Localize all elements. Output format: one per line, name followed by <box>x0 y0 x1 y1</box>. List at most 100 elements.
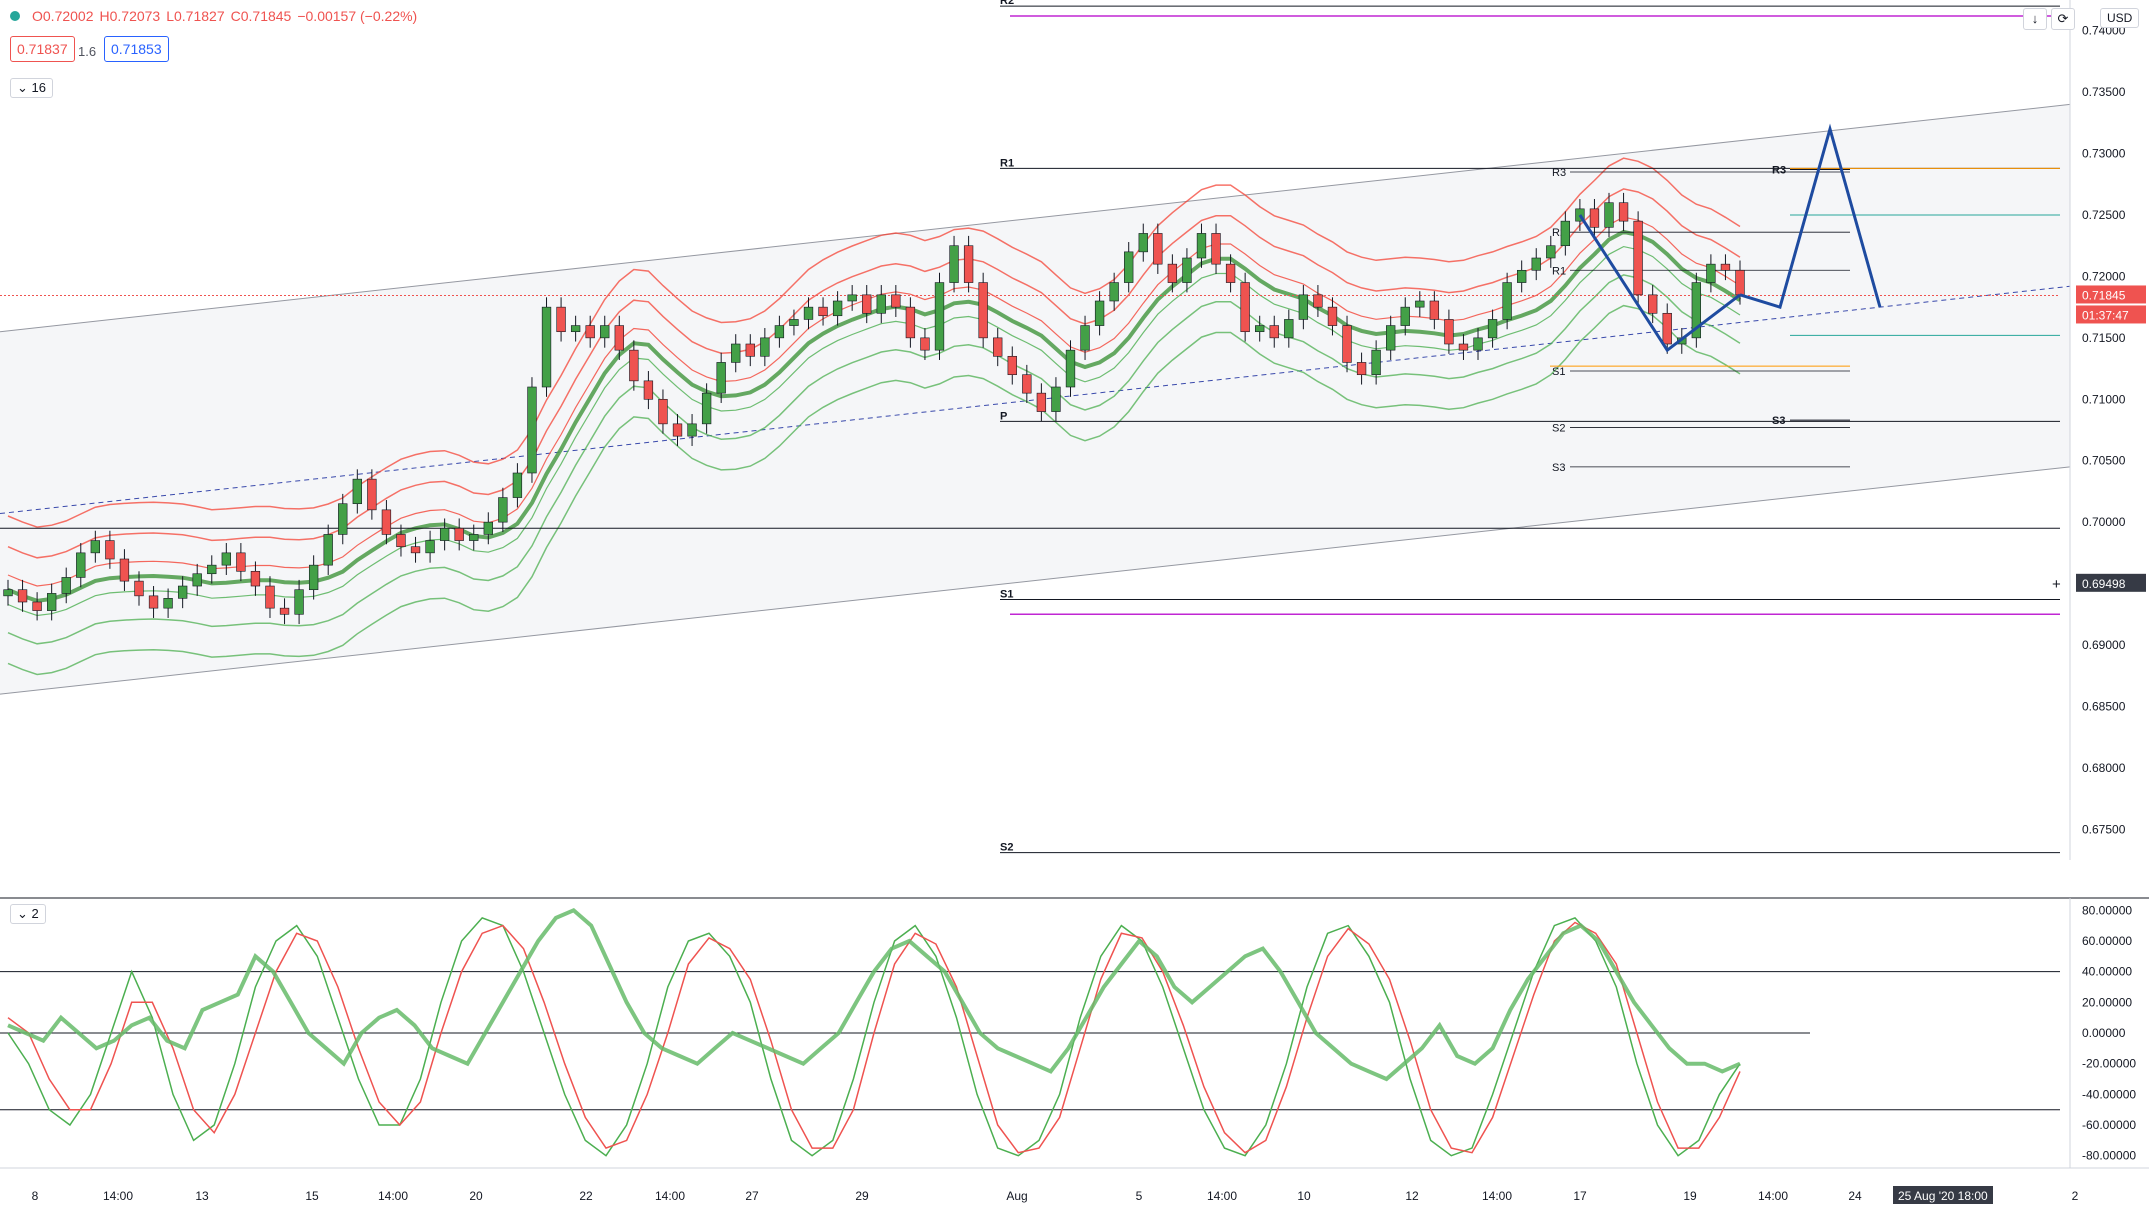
candle-body <box>265 585 275 609</box>
candle-body <box>1022 374 1032 394</box>
price-tick-label: 0.68000 <box>2082 761 2126 775</box>
chart-canvas[interactable]: R2R1PS1S2R3R2R1S1S2S3R3S3 0.740000.73500… <box>0 0 2149 1210</box>
right-label-s3: S3 <box>1772 415 1785 427</box>
candle-body <box>658 398 668 425</box>
candle-body <box>498 497 508 523</box>
osc-tick-label: 0.00000 <box>2082 1026 2126 1040</box>
legend-high: H0.72073 <box>99 8 161 24</box>
time-tick-label: 29 <box>855 1189 869 1203</box>
indicators-collapse-button[interactable]: ⌄ 16 <box>10 78 53 98</box>
candle-body <box>1007 355 1017 376</box>
candle-body <box>367 478 377 511</box>
indicator-count: 16 <box>31 80 46 95</box>
candle-body <box>469 534 479 541</box>
candle-body <box>207 564 217 575</box>
candle-body <box>1153 233 1163 265</box>
price-tick-label: 0.73000 <box>2082 147 2126 161</box>
candle-body <box>323 534 333 566</box>
candle-body <box>396 534 406 548</box>
time-tick-label: 8 <box>32 1189 39 1203</box>
candle-body <box>1720 263 1731 271</box>
candle-body <box>32 601 42 611</box>
time-tick-label: 27 <box>745 1189 759 1203</box>
time-tick-label: 17 <box>1573 1189 1587 1203</box>
buy-price-button[interactable]: 0.71853 <box>104 36 169 62</box>
time-tick-label: 12 <box>1405 1189 1419 1203</box>
candle-body <box>1517 269 1527 283</box>
candle-body <box>134 580 144 597</box>
candle-body <box>1342 325 1352 363</box>
sell-price-button[interactable]: 0.71837 <box>10 36 75 62</box>
candle-body <box>425 540 435 554</box>
time-tick-label: 14:00 <box>1758 1189 1788 1203</box>
candle-body <box>760 337 770 357</box>
candle-body <box>1080 325 1090 351</box>
candle-body <box>17 589 28 603</box>
candle-body <box>308 564 319 591</box>
candle-body <box>1240 282 1250 333</box>
weekly-label-s3: S3 <box>1552 462 1565 474</box>
currency-label[interactable]: USD <box>2100 8 2140 28</box>
candle-body <box>1458 343 1469 351</box>
pivot-label-p: P <box>1000 410 1007 422</box>
candle-body <box>876 294 886 314</box>
right-label-r3: R3 <box>1772 165 1786 177</box>
time-tick-label: 20 <box>469 1189 483 1203</box>
candle-body <box>1371 349 1381 376</box>
spread-value: 1.6 <box>78 44 97 59</box>
candle-body <box>847 294 857 302</box>
candle-body <box>716 362 726 394</box>
candle-body <box>1502 282 1512 320</box>
download-icon[interactable]: ↓ <box>2023 8 2047 30</box>
time-tick-label: Aug <box>1006 1189 1027 1203</box>
refresh-icon[interactable]: ⟳ <box>2051 8 2075 30</box>
candle-body <box>1255 325 1265 333</box>
weekly-label-s1: S1 <box>1552 366 1565 378</box>
price-tick-label: 0.70500 <box>2082 454 2126 468</box>
crosshair-price-label: 0.69498 <box>2082 577 2126 591</box>
osc-tick-label: -20.00000 <box>2082 1057 2136 1071</box>
candle-body <box>1735 269 1745 296</box>
candle-body <box>454 527 464 541</box>
candle-body <box>119 558 130 582</box>
weekly-label-s2: S2 <box>1552 423 1565 435</box>
candle-body <box>1356 362 1367 376</box>
candle-body <box>643 380 654 400</box>
chevron-down-icon: ⌄ <box>17 906 28 921</box>
candle-body <box>949 245 959 283</box>
candle-body <box>803 306 814 320</box>
oscillator-collapse-button[interactable]: ⌄ 2 <box>10 904 46 924</box>
candle-body <box>541 306 552 388</box>
time-tick-label: 5 <box>1136 1189 1143 1203</box>
time-tick-label: 10 <box>1297 1189 1311 1203</box>
candle-body <box>934 282 945 351</box>
candle-body <box>963 245 974 283</box>
candle-body <box>1182 257 1192 283</box>
candle-body <box>905 306 916 339</box>
candle-body <box>774 325 785 339</box>
price-tick-label: 0.71000 <box>2082 392 2126 406</box>
candle-body <box>1546 245 1556 259</box>
time-tick-label: 2 <box>2072 1189 2079 1203</box>
candle-body <box>832 300 843 317</box>
candle-body <box>1662 312 1672 345</box>
candle-body <box>1604 202 1614 228</box>
candle-body <box>1444 319 1454 345</box>
pivot-label-s1: S1 <box>1000 589 1013 601</box>
candle-body <box>1124 251 1134 283</box>
price-tick-label: 0.71500 <box>2082 331 2126 345</box>
candle-body <box>352 478 362 505</box>
pivot-label-r2: R2 <box>1000 0 1014 7</box>
osc-tick-label: 40.00000 <box>2082 965 2132 979</box>
candle-body <box>1065 349 1076 388</box>
candle-body <box>920 337 930 351</box>
weekly-label-r1: R1 <box>1552 265 1566 277</box>
osc-tick-label: 20.00000 <box>2082 995 2132 1009</box>
legend-open: O0.72002 <box>32 8 94 24</box>
candle-body <box>483 521 493 535</box>
oscillator-count: 2 <box>31 906 39 921</box>
crosshair-time-label: 25 Aug '20 18:00 <box>1898 1189 1988 1203</box>
time-tick-label: 19 <box>1683 1189 1697 1203</box>
candle-body <box>46 593 57 611</box>
current-price-label: 0.71845 <box>2082 288 2126 302</box>
